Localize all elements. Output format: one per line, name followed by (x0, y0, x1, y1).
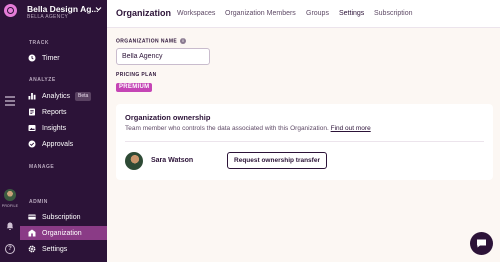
gear-icon (28, 245, 36, 253)
sidebar-item-subscription[interactable]: Subscription (20, 210, 107, 224)
divider (125, 141, 484, 142)
expand-menu-icon[interactable] (4, 96, 16, 106)
top-header: Organization Workspaces Organization Mem… (107, 0, 500, 28)
sidebar-item-label: Approvals (42, 140, 74, 148)
ownership-description: Team member who controls the data associ… (125, 125, 371, 132)
tab-organization-members[interactable]: Organization Members (225, 10, 296, 17)
beta-badge: Beta (75, 91, 92, 101)
info-icon[interactable]: i (180, 38, 187, 44)
clock-icon (28, 54, 36, 62)
help-icon[interactable]: ? (5, 244, 15, 254)
workspace-switcher[interactable]: Bella Design Ag... (27, 4, 98, 14)
profile-label: PROFILE (1, 204, 19, 208)
owner-name: Sara Watson (151, 157, 194, 164)
bar-chart-icon (28, 92, 36, 100)
avatar (125, 152, 143, 170)
sidebar-item-settings[interactable]: Settings (20, 242, 107, 256)
sidebar-item-label: Settings (42, 245, 68, 253)
chevron-down-icon[interactable] (95, 5, 102, 12)
sidebar-item-label: Reports (42, 108, 67, 116)
section-admin: ADMIN (29, 199, 48, 205)
sidebar-item-organization[interactable]: Organization (20, 226, 107, 240)
sidebar-item-analytics[interactable]: Analytics Beta (20, 89, 107, 103)
bell-icon[interactable] (6, 222, 14, 230)
sidebar: Bella Design Ag... BELLA AGENCY TRACK Ti… (20, 0, 107, 262)
image-icon (28, 124, 36, 132)
sidebar-item-label: Insights (42, 124, 67, 132)
sidebar-item-timer[interactable]: Timer (20, 51, 107, 65)
premium-badge: PREMIUM (116, 83, 153, 92)
pricing-plan-label: PRICING PLAN (116, 72, 157, 78)
tab-settings[interactable]: Settings (339, 10, 364, 17)
find-out-more-link[interactable]: Find out more (331, 125, 371, 132)
tab-subscription[interactable]: Subscription (374, 10, 413, 17)
chat-button[interactable] (470, 232, 493, 255)
ownership-title: Organization ownership (125, 113, 211, 122)
sidebar-item-label: Analytics (42, 92, 71, 100)
tab-groups[interactable]: Groups (306, 10, 329, 17)
request-ownership-transfer-button[interactable]: Request ownership transfer (227, 152, 327, 169)
workspace-subtitle: BELLA AGENCY (27, 14, 69, 20)
credit-card-icon (28, 213, 36, 221)
profile-avatar[interactable] (4, 189, 16, 201)
tab-workspaces[interactable]: Workspaces (177, 10, 215, 17)
sidebar-item-label: Subscription (42, 213, 81, 221)
left-rail: PROFILE ? (0, 0, 20, 262)
logo-icon[interactable] (4, 4, 17, 17)
sidebar-item-approvals[interactable]: Approvals (20, 137, 107, 151)
sidebar-item-reports[interactable]: Reports (20, 105, 107, 119)
sidebar-item-label: Organization (42, 229, 82, 237)
section-analyze: ANALYZE (29, 77, 56, 83)
ownership-description-text: Team member who controls the data associ… (125, 125, 329, 132)
org-name-input[interactable] (116, 48, 210, 65)
chat-icon (477, 239, 486, 248)
page-title: Organization (116, 8, 172, 18)
org-name-label-text: ORGANIZATION NAME (116, 38, 178, 45)
document-icon (28, 108, 36, 116)
building-icon (28, 229, 36, 237)
org-name-label: ORGANIZATION NAME i (116, 38, 187, 45)
sidebar-item-insights[interactable]: Insights (20, 121, 107, 135)
check-circle-icon (28, 140, 36, 148)
section-manage: MANAGE (29, 164, 55, 170)
section-track: TRACK (29, 40, 49, 46)
ownership-card: Organization ownership Team member who c… (116, 104, 493, 180)
sidebar-item-label: Timer (42, 54, 60, 62)
